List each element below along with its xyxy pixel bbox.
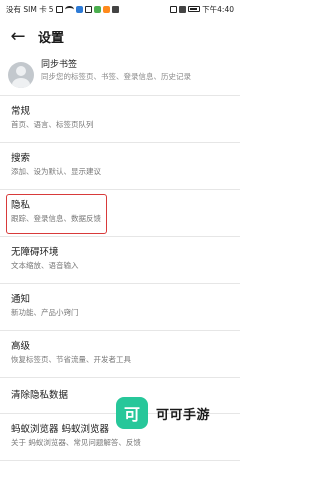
battery-icon: [188, 6, 201, 12]
item-subtitle: 关于 蚂蚁浏览器、常见问题解答、反馈: [11, 438, 141, 447]
item-subtitle: 文本缩放、语音输入: [11, 261, 79, 270]
highlight-box: [6, 194, 107, 234]
user-avatar-icon: [8, 61, 34, 88]
sync-subtitle: 同步您的标签页、书签、登录信息、历史记录: [41, 71, 191, 81]
settings-item-advanced[interactable]: 高级 恢复标签页、节省流量、开发者工具: [0, 331, 240, 378]
watermark-logo-char: 可: [123, 405, 140, 424]
toolbar: ← 设置: [0, 18, 240, 54]
item-title: 通知: [11, 294, 31, 305]
rss-notification-icon: [102, 5, 110, 13]
item-title: 高级: [11, 341, 31, 352]
status-right: 下午4:40: [170, 4, 234, 15]
status-left: 没有 SIM 卡 5: [6, 4, 119, 15]
item-title: 搜索: [11, 153, 31, 164]
item-subtitle: 新功能、产品小窍门: [11, 308, 79, 317]
item-subtitle: 首页、语言、标签页队列: [11, 120, 94, 129]
status-bar: 没有 SIM 卡 5 下午4:40: [0, 0, 240, 18]
clock: 下午4:40: [202, 4, 234, 14]
item-title: 常规: [11, 106, 31, 117]
network-label: 5: [48, 4, 54, 14]
download-notification-icon: [111, 5, 119, 13]
item-subtitle: 添加、设为默认、显示建议: [11, 167, 101, 176]
watermark-text: 可可手游: [156, 407, 211, 423]
sync-bookmarks-row[interactable]: 同步书签 同步您的标签页、书签、登录信息、历史记录: [0, 54, 240, 96]
sim-icon: [55, 5, 63, 13]
page-title: 设置: [38, 30, 65, 46]
wechat-notification-icon: [93, 5, 101, 13]
carrier-label: 没有 SIM 卡: [6, 4, 47, 14]
nfc-icon: [170, 5, 178, 13]
watermark: 可 可可手游: [116, 396, 234, 430]
app-notification-icon: [75, 5, 83, 13]
settings-item-privacy[interactable]: 隐私 跟踪、登录信息、数据反馈: [0, 190, 240, 237]
settings-item-general[interactable]: 常规 首页、语言、标签页队列: [0, 96, 240, 143]
mute-icon: [179, 5, 187, 13]
wifi-icon: [64, 5, 74, 13]
settings-item-accessibility[interactable]: 无障碍环境 文本缩放、语音输入: [0, 237, 240, 284]
item-title: 无障碍环境: [11, 247, 59, 258]
item-subtitle: 恢复标签页、节省流量、开发者工具: [11, 355, 131, 364]
arrow-left-icon[interactable]: ←: [0, 18, 36, 54]
sync-title: 同步书签: [41, 59, 78, 70]
settings-item-notifications[interactable]: 通知 新功能、产品小窍门: [0, 284, 240, 331]
image-notification-icon: [84, 5, 92, 13]
watermark-logo-icon: 可: [116, 397, 148, 429]
settings-item-search[interactable]: 搜索 添加、设为默认、显示建议: [0, 143, 240, 190]
